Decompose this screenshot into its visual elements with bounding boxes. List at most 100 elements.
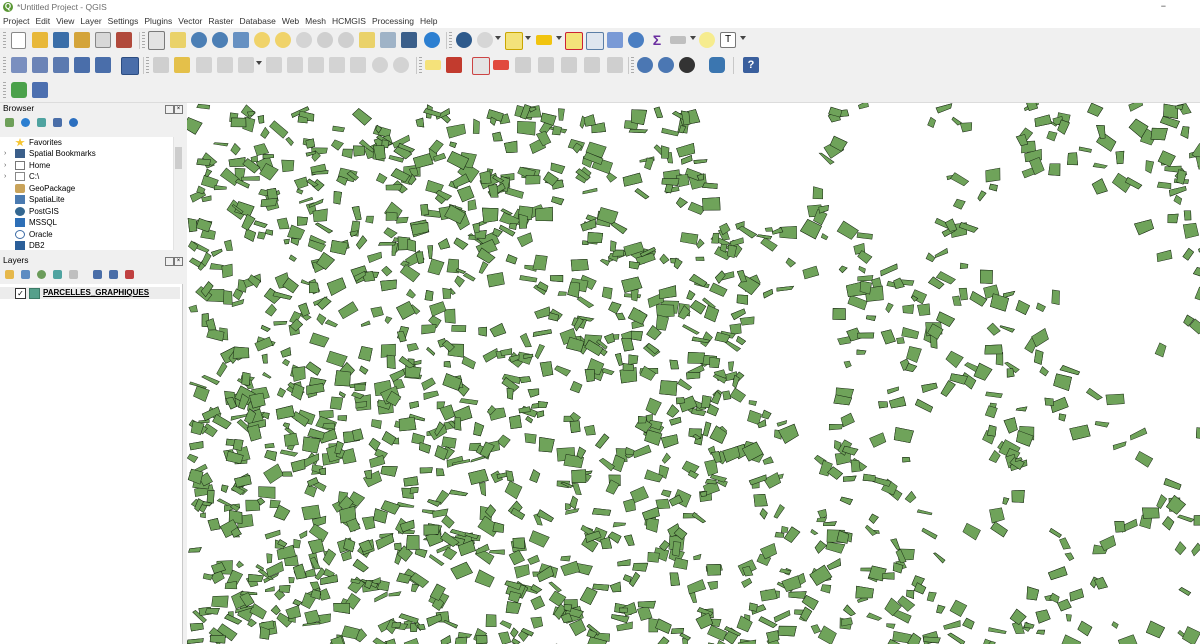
close-panel-icon[interactable]: × (174, 105, 183, 114)
layer-labeling-icon[interactable] (446, 57, 462, 73)
data-source-manager-icon[interactable] (11, 57, 27, 73)
vertex-tool-icon[interactable] (238, 57, 254, 73)
zoom-to-layer-icon[interactable] (275, 32, 291, 48)
menu-help[interactable]: Help (417, 15, 440, 28)
filter-by-expression-icon[interactable] (69, 270, 78, 279)
remove-layer-icon[interactable] (125, 270, 134, 279)
measure-line-icon[interactable] (670, 36, 686, 44)
select-by-value-icon[interactable] (536, 35, 552, 45)
locate-search-icon[interactable] (11, 82, 27, 98)
redo-icon[interactable] (393, 57, 409, 73)
browser-item-db2[interactable]: DB2 (0, 240, 173, 250)
move-label-icon[interactable] (515, 57, 531, 73)
add-feature-icon[interactable] (217, 57, 233, 73)
new-bookmark-icon[interactable] (401, 32, 417, 48)
zoom-last-icon[interactable] (317, 32, 333, 48)
collapse-all-icon[interactable] (109, 270, 118, 279)
cut-features-icon[interactable] (308, 57, 324, 73)
manage-visibility-icon[interactable] (37, 270, 46, 279)
layer-item[interactable]: ✓ PARCELLES_GRAPHIQUES (0, 287, 180, 299)
label-toolbar-icon[interactable] (425, 60, 441, 70)
statistics-sigma-icon[interactable]: Σ (649, 32, 665, 48)
expand-arrow-icon[interactable]: › (4, 171, 6, 182)
new-scratch-layer-icon[interactable] (95, 57, 111, 73)
field-calculator-icon[interactable] (607, 32, 623, 48)
refresh-icon[interactable] (21, 118, 30, 127)
print-layout-icon[interactable] (95, 32, 111, 48)
new-project-icon[interactable] (11, 32, 26, 49)
paste-features-icon[interactable] (350, 57, 366, 73)
new-map-view-icon[interactable] (359, 32, 375, 48)
plugin-tool-icon[interactable] (32, 82, 48, 98)
new-virtual-layer-icon[interactable] (121, 57, 139, 75)
menu-vector[interactable]: Vector (175, 15, 205, 28)
style-manager-icon[interactable] (116, 32, 132, 48)
menu-hcmgis[interactable]: HCMGIS (329, 15, 369, 28)
browser-item-mssql[interactable]: MSSQL (0, 217, 173, 228)
scrollbar-thumb[interactable] (175, 147, 182, 169)
toolbar-grip[interactable] (3, 82, 6, 99)
menu-plugins[interactable]: Plugins (141, 15, 175, 28)
zoom-out-icon[interactable] (212, 32, 228, 48)
actions-icon[interactable] (477, 32, 493, 48)
toggle-editing-icon[interactable] (174, 57, 190, 73)
menu-settings[interactable]: Settings (105, 15, 142, 28)
chevron-down-icon[interactable] (556, 36, 562, 40)
chevron-down-icon[interactable] (740, 36, 746, 40)
metasearch-icon[interactable] (637, 57, 653, 73)
layer-visibility-checkbox[interactable]: ✓ (15, 288, 26, 299)
zoom-native-icon[interactable] (296, 32, 312, 48)
browser-item-spatial-bookmarks[interactable]: › Spatial Bookmarks (0, 148, 173, 159)
toolbar-grip[interactable] (146, 57, 149, 74)
save-as-icon[interactable] (74, 32, 90, 48)
browser-item-favorites[interactable]: Favorites (0, 137, 173, 148)
toolbar-grip[interactable] (142, 32, 145, 49)
browser-item-c-drive[interactable]: › C:\ (0, 171, 173, 182)
menu-layer[interactable]: Layer (77, 15, 104, 28)
chevron-down-icon[interactable] (256, 61, 262, 65)
float-panel-icon[interactable] (165, 257, 174, 266)
toolbar-grip[interactable] (449, 32, 452, 49)
menu-database[interactable]: Database (236, 15, 278, 28)
toolbar-grip[interactable] (3, 57, 6, 74)
info-icon[interactable] (69, 118, 78, 127)
chevron-down-icon[interactable] (495, 36, 501, 40)
zoom-next-icon[interactable] (338, 32, 354, 48)
highlight-labels-icon[interactable] (493, 60, 509, 70)
new-geopackage-layer-icon[interactable] (32, 57, 48, 73)
menu-project[interactable]: Project (0, 15, 32, 28)
menu-edit[interactable]: Edit (32, 15, 53, 28)
attribute-table-icon[interactable] (586, 32, 604, 50)
browser-item-postgis[interactable]: PostGIS (0, 206, 173, 217)
expand-arrow-icon[interactable]: › (4, 148, 6, 159)
python-console-icon[interactable] (709, 57, 725, 73)
show-hide-labels-icon[interactable] (584, 57, 600, 73)
open-project-icon[interactable] (32, 32, 48, 48)
undo-icon[interactable] (372, 57, 388, 73)
copy-features-icon[interactable] (329, 57, 345, 73)
toolbar-grip[interactable] (631, 57, 634, 74)
menu-mesh[interactable]: Mesh (302, 15, 329, 28)
zoom-to-selection-icon[interactable] (254, 32, 270, 48)
chevron-down-icon[interactable] (690, 36, 696, 40)
processing-toolbox-icon[interactable] (628, 32, 644, 48)
browser-item-oracle[interactable]: Oracle (0, 229, 173, 240)
expand-arrow-icon[interactable]: › (4, 160, 6, 171)
select-features-icon[interactable] (505, 32, 523, 50)
pan-map-icon[interactable] (148, 31, 165, 50)
toolbar-grip[interactable] (3, 32, 6, 49)
save-edits-icon[interactable] (196, 57, 212, 73)
modify-attributes-icon[interactable] (266, 57, 282, 73)
globe-plugin-icon[interactable] (679, 57, 695, 73)
browser-item-geopackage[interactable]: GeoPackage (0, 183, 173, 194)
browser-scrollbar[interactable] (173, 137, 183, 250)
current-edits-icon[interactable] (153, 57, 169, 73)
collapse-all-icon[interactable] (53, 118, 62, 127)
styling-panel-icon[interactable] (5, 270, 14, 279)
web-service-icon[interactable] (658, 57, 674, 73)
zoom-in-icon[interactable] (191, 32, 207, 48)
pan-to-selection-icon[interactable] (170, 32, 186, 48)
new-shapefile-layer-icon[interactable] (53, 57, 69, 73)
new-3d-view-icon[interactable] (380, 32, 396, 48)
text-annotation-icon[interactable]: T (720, 32, 736, 48)
